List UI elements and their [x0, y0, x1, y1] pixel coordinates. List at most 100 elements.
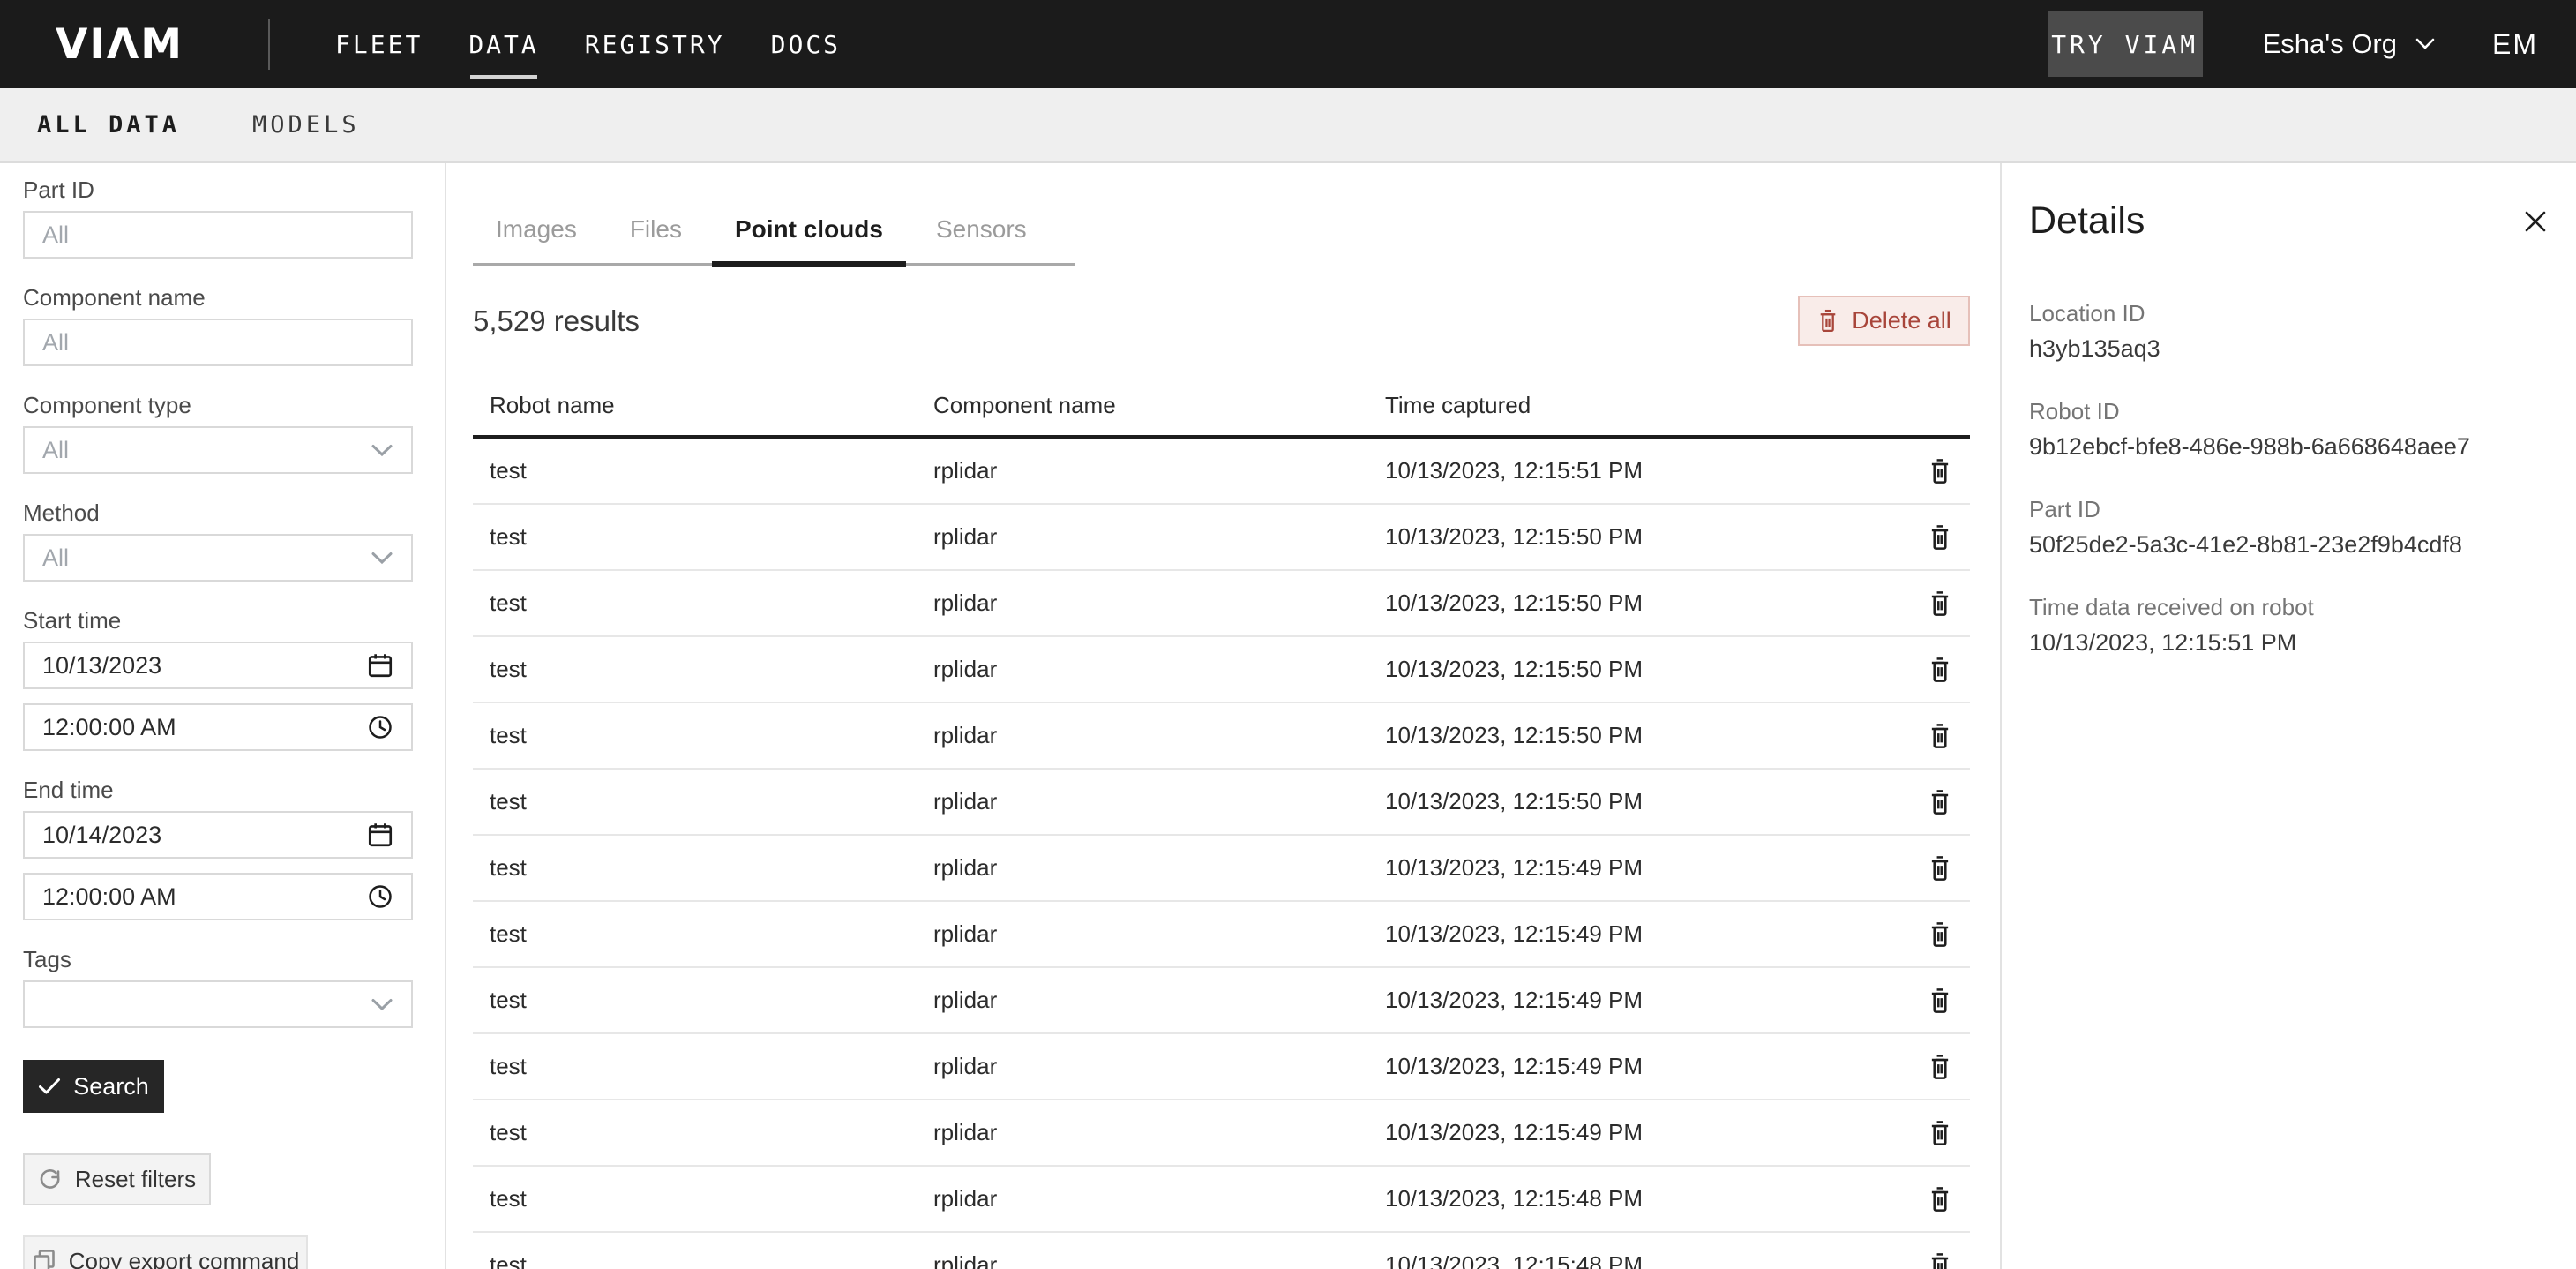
cell-time-captured: 10/13/2023, 12:15:49 PM [1385, 1053, 1921, 1080]
calendar-icon[interactable] [367, 651, 393, 680]
cell-robot-name: test [490, 523, 933, 551]
start-clock-input[interactable]: 12:00:00 AM [23, 703, 413, 751]
chevron-down-icon [371, 998, 393, 1011]
delete-row-button[interactable] [1921, 849, 1959, 888]
table-row[interactable]: test rplidar 10/13/2023, 12:15:49 PM [473, 1034, 1970, 1100]
data-type-tab[interactable]: Files [607, 214, 705, 263]
cell-robot-name: test [490, 987, 933, 1014]
table-row[interactable]: test rplidar 10/13/2023, 12:15:48 PM [473, 1233, 1970, 1269]
part-id-input[interactable] [23, 211, 413, 259]
cell-robot-name: test [490, 1251, 933, 1269]
data-type-tab[interactable]: Sensors [913, 214, 1050, 263]
column-time-captured: Time captured [1385, 392, 1921, 419]
nav-item[interactable]: DOCS [771, 28, 841, 61]
component-name-input[interactable] [23, 319, 413, 366]
column-component-name: Component name [933, 392, 1385, 419]
try-viam-button[interactable]: TRY VIAM [2048, 11, 2203, 77]
copy-icon [32, 1249, 56, 1269]
tags-label: Tags [23, 945, 413, 973]
delete-row-button[interactable] [1921, 584, 1959, 623]
filters-sidebar: Part ID Component name Component type Al… [0, 163, 446, 1269]
cell-time-captured: 10/13/2023, 12:15:50 PM [1385, 589, 1921, 617]
table-row[interactable]: test rplidar 10/13/2023, 12:15:50 PM [473, 505, 1970, 571]
table-row[interactable]: test rplidar 10/13/2023, 12:15:50 PM [473, 770, 1970, 836]
cell-component-name: rplidar [933, 1251, 1385, 1269]
trash-icon [1816, 308, 1839, 334]
table-row[interactable]: test rplidar 10/13/2023, 12:15:49 PM [473, 1100, 1970, 1167]
delete-row-button[interactable] [1921, 1246, 1959, 1269]
clock-icon[interactable] [367, 714, 393, 740]
trash-icon [1928, 920, 1952, 949]
delete-row-button[interactable] [1921, 717, 1959, 755]
data-main: Images Files Point clouds Sensors 5,529 … [446, 163, 2000, 1269]
cell-component-name: rplidar [933, 788, 1385, 815]
subnav-tab[interactable]: ALL DATA [37, 111, 180, 139]
table-row[interactable]: test rplidar 10/13/2023, 12:15:50 PM [473, 637, 1970, 703]
table-row[interactable]: test rplidar 10/13/2023, 12:15:51 PM [473, 439, 1970, 505]
cell-component-name: rplidar [933, 854, 1385, 882]
cell-time-captured: 10/13/2023, 12:15:50 PM [1385, 656, 1921, 683]
close-button[interactable] [2521, 207, 2550, 236]
filter-tags: Tags [23, 945, 413, 1028]
refresh-icon [38, 1168, 63, 1192]
org-switcher[interactable]: Esha's Org [2263, 28, 2436, 60]
delete-row-button[interactable] [1921, 518, 1959, 557]
details-fields: Location ID h3yb135aq3 Robot ID 9b12ebcf… [2029, 299, 2550, 657]
method-select[interactable]: All [23, 534, 413, 582]
nav-item[interactable]: DATA [468, 28, 538, 61]
copy-export-command-button[interactable]: Copy export command [23, 1235, 308, 1269]
details-field-value: h3yb135aq3 [2029, 334, 2550, 364]
filter-method: Method All [23, 499, 413, 582]
details-header: Details [2029, 199, 2550, 243]
component-type-select[interactable]: All [23, 426, 413, 474]
table-row[interactable]: test rplidar 10/13/2023, 12:15:50 PM [473, 571, 1970, 637]
delete-row-button[interactable] [1921, 981, 1959, 1020]
table-row[interactable]: test rplidar 10/13/2023, 12:15:48 PM [473, 1167, 1970, 1233]
delete-all-button[interactable]: Delete all [1798, 296, 1970, 346]
delete-row-button[interactable] [1921, 1114, 1959, 1153]
delete-row-button[interactable] [1921, 783, 1959, 822]
cell-robot-name: test [490, 656, 933, 683]
cell-component-name: rplidar [933, 523, 1385, 551]
start-date-input[interactable]: 10/13/2023 [23, 642, 413, 689]
delete-row-button[interactable] [1921, 452, 1959, 491]
delete-row-button[interactable] [1921, 650, 1959, 689]
cell-time-captured: 10/13/2023, 12:15:49 PM [1385, 1119, 1921, 1146]
clock-icon[interactable] [367, 883, 393, 910]
cell-time-captured: 10/13/2023, 12:15:48 PM [1385, 1251, 1921, 1269]
end-date-input[interactable]: 10/14/2023 [23, 811, 413, 859]
sub-nav: ALL DATA MODELS [0, 88, 2576, 163]
nav-divider [268, 19, 270, 70]
data-type-tab[interactable]: Point clouds [712, 214, 906, 263]
search-button[interactable]: Search [23, 1060, 164, 1113]
cell-robot-name: test [490, 788, 933, 815]
calendar-icon[interactable] [367, 821, 393, 849]
details-field-label: Location ID [2029, 299, 2550, 327]
trash-icon [1928, 854, 1952, 882]
cell-component-name: rplidar [933, 656, 1385, 683]
nav-item[interactable]: FLEET [335, 28, 423, 61]
tags-select[interactable] [23, 980, 413, 1028]
trash-icon [1928, 1053, 1952, 1081]
table-row[interactable]: test rplidar 10/13/2023, 12:15:50 PM [473, 703, 1970, 770]
avatar[interactable]: EM [2492, 28, 2538, 61]
nav-item[interactable]: REGISTRY [585, 28, 725, 61]
table-row[interactable]: test rplidar 10/13/2023, 12:15:49 PM [473, 836, 1970, 902]
content-area: Part ID Component name Component type Al… [0, 163, 2576, 1269]
cell-component-name: rplidar [933, 722, 1385, 749]
details-field: Part ID 50f25de2-5a3c-41e2-8b81-23e2f9b4… [2029, 495, 2550, 559]
viam-logo[interactable]: VIΛM [56, 20, 183, 69]
subnav-tab[interactable]: MODELS [252, 111, 360, 139]
table-body: test rplidar 10/13/2023, 12:15:51 PM tes… [473, 439, 1970, 1269]
filter-start-time: Start time 10/13/2023 12:00:00 AM [23, 606, 413, 751]
reset-filters-button[interactable]: Reset filters [23, 1153, 211, 1205]
delete-row-button[interactable] [1921, 1180, 1959, 1219]
end-clock-input[interactable]: 12:00:00 AM [23, 873, 413, 920]
viam-data-app: VIΛM FLEET DATA REGISTRY DOCS TRY VIAM E… [0, 0, 2576, 1269]
data-type-tab[interactable]: Images [473, 214, 600, 263]
table-row[interactable]: test rplidar 10/13/2023, 12:15:49 PM [473, 902, 1970, 968]
delete-row-button[interactable] [1921, 915, 1959, 954]
delete-row-button[interactable] [1921, 1047, 1959, 1086]
results-row: 5,529 results Delete all [473, 296, 1970, 346]
table-row[interactable]: test rplidar 10/13/2023, 12:15:49 PM [473, 968, 1970, 1034]
